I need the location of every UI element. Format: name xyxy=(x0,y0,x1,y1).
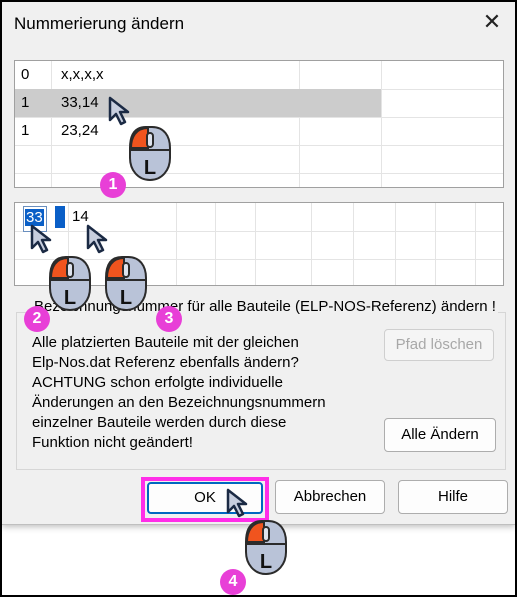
cancel-button[interactable]: Abbrechen xyxy=(275,480,385,514)
row-number: 1 xyxy=(21,122,30,139)
row-value: x,x,x,x xyxy=(61,66,104,83)
dialog-title: Nummerierung ändern xyxy=(14,14,185,33)
cursor-pointer-icon xyxy=(30,224,52,254)
step-badge-2: 2 xyxy=(24,306,50,332)
mouse-left-click-icon: L xyxy=(104,254,150,319)
svg-text:L: L xyxy=(64,287,76,309)
clear-path-button[interactable]: Pfad löschen xyxy=(384,329,494,361)
cursor-pointer-icon xyxy=(86,224,108,254)
mouse-left-click-icon: L xyxy=(48,254,94,319)
list-item[interactable]: 1 23,24 xyxy=(15,117,503,145)
mouse-left-click-icon: L xyxy=(244,518,290,583)
list-item-selected[interactable]: 1 33,14 xyxy=(15,89,503,117)
step-badge-4: 4 xyxy=(220,569,246,595)
change-all-message: Alle platzierten Bauteile mit der gleich… xyxy=(32,334,326,451)
step-badge-3: 3 xyxy=(156,306,182,332)
svg-text:L: L xyxy=(120,287,132,309)
svg-text:L: L xyxy=(260,551,272,573)
number-field-2[interactable]: 14 xyxy=(72,208,89,225)
row-value: 33,14 xyxy=(61,94,99,111)
list-item[interactable]: 0 x,x,x,x xyxy=(15,61,503,89)
step-badge-1: 1 xyxy=(100,172,126,198)
mouse-left-click-icon: L xyxy=(128,124,174,189)
row-number: 1 xyxy=(21,94,30,111)
groupbox-caption: Bezeichnungsnummer für alle Bauteile (EL… xyxy=(32,298,498,315)
svg-text:L: L xyxy=(144,157,156,179)
row-number: 0 xyxy=(21,66,30,83)
change-all-button[interactable]: Alle Ändern xyxy=(384,418,496,452)
help-button[interactable]: Hilfe xyxy=(398,480,508,514)
close-icon: ✕ xyxy=(482,9,502,34)
close-button[interactable]: ✕ xyxy=(478,8,506,36)
row-value: 23,24 xyxy=(61,122,99,139)
number-list[interactable]: 0 x,x,x,x 1 33,14 1 23,24 xyxy=(14,60,504,188)
cursor-pointer-icon xyxy=(226,488,248,518)
field-separator-marker xyxy=(55,206,65,228)
